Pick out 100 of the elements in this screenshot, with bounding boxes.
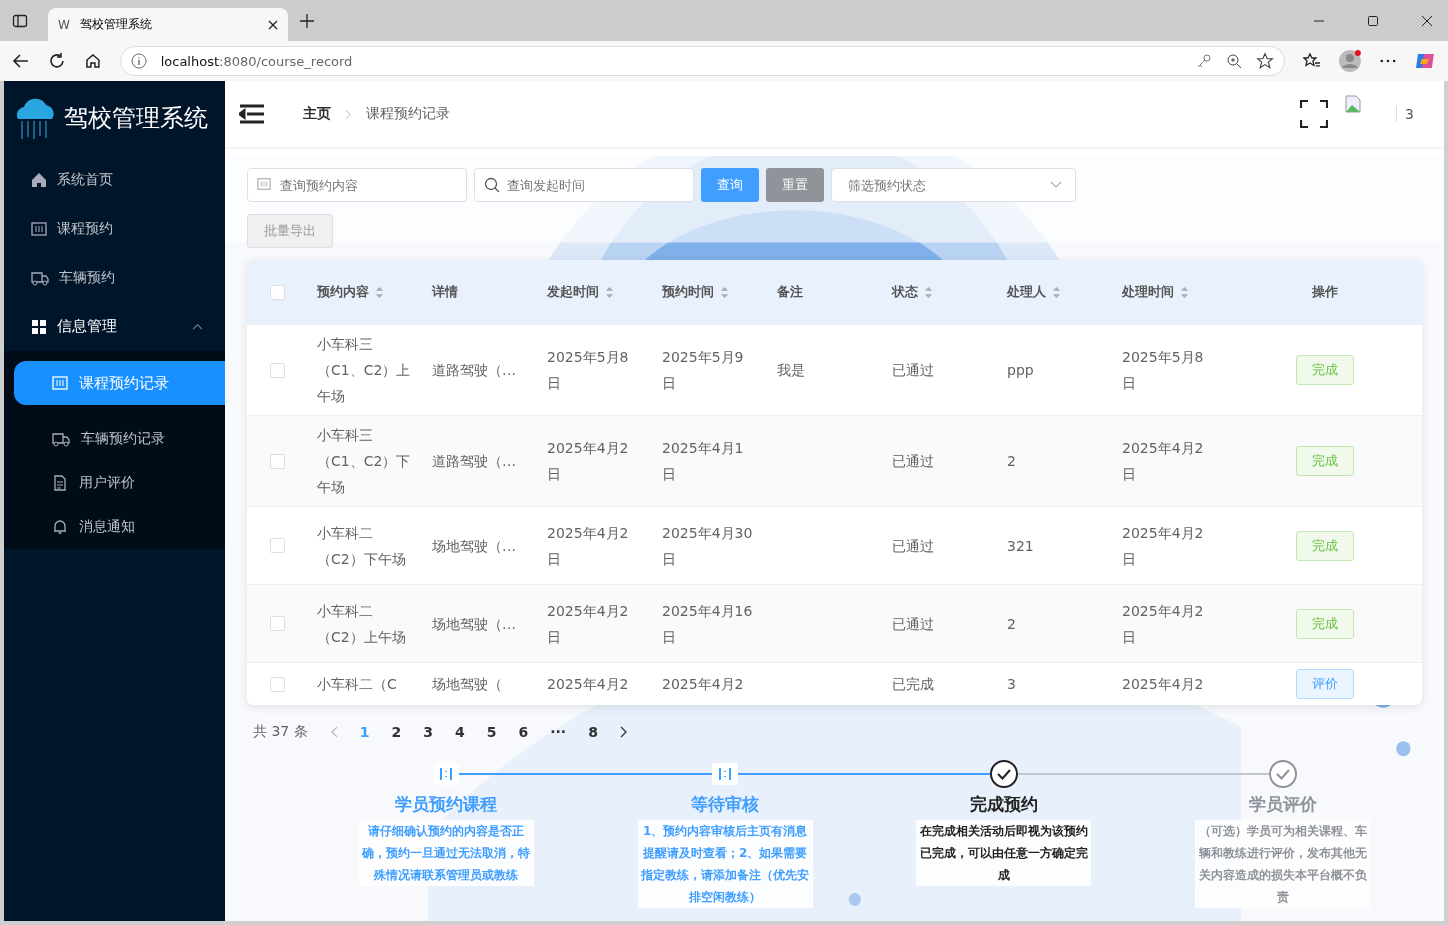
menu-item[interactable]: 系统首页 — [4, 155, 225, 204]
breadcrumb-item[interactable]: 主页 — [303, 105, 331, 123]
table-cell-text: 2025年4月2日 — [547, 439, 630, 484]
table-cell-text: 道路驾驶（… — [432, 361, 516, 380]
table-cell-text: 小车科二（C — [317, 675, 397, 694]
favorites-icon[interactable] — [1302, 52, 1321, 70]
next-icon[interactable] — [619, 726, 628, 738]
table-cell-text: 2 — [1007, 614, 1016, 634]
page-button[interactable]: 8 — [588, 724, 598, 740]
total-count: 共 37 条 — [253, 723, 308, 741]
close-icon[interactable] — [268, 19, 278, 30]
profile-icon[interactable] — [1338, 49, 1363, 73]
column-header: 详情 — [432, 283, 458, 301]
table-cell-text: 2025年4月30日 — [662, 523, 754, 569]
grid-icon — [31, 318, 47, 335]
zoom-icon[interactable] — [1225, 53, 1242, 69]
column-header: 发起时间 — [547, 283, 599, 301]
address-field[interactable]: localhost:8080/course_record — [119, 46, 1285, 76]
home-icon[interactable] — [83, 52, 102, 70]
checkbox[interactable] — [269, 362, 285, 378]
tab-title: 驾校管理系统 — [79, 16, 153, 33]
table-cell-text: 道路驾驶（… — [432, 452, 516, 471]
calendar-icon — [52, 375, 68, 391]
checkbox[interactable] — [269, 676, 285, 692]
reload-icon[interactable] — [47, 52, 66, 70]
table-cell-text: 小车科三（C1、C2）上午场 — [317, 335, 412, 406]
chevron-icon — [345, 108, 352, 120]
maximize-icon[interactable] — [1367, 14, 1379, 27]
document-icon — [52, 475, 68, 491]
table-cell-text: 已通过 — [892, 452, 934, 471]
back-icon[interactable] — [12, 52, 30, 70]
submenu-item[interactable]: 车辆预约记录 — [4, 417, 225, 461]
table-cell-text: 2025年4月2日 — [1122, 523, 1205, 569]
more-icon[interactable] — [1380, 58, 1397, 64]
status-select[interactable]: 筛选预约状态 — [831, 168, 1076, 202]
app-title: 驾校管理系统 — [64, 103, 208, 134]
column-header: 操作 — [1311, 283, 1338, 301]
favicon: W — [58, 17, 70, 32]
table-cell-text: 已通过 — [892, 536, 934, 556]
menu-icon[interactable] — [239, 104, 265, 124]
table-cell-text: 321 — [1007, 536, 1034, 556]
table-cell-text: 2025年5月8日 — [1122, 348, 1205, 393]
page-button[interactable]: 5 — [486, 724, 497, 740]
table-cell-text: 2025年4月2日 — [1122, 439, 1205, 484]
truck-icon — [31, 269, 49, 286]
user-count: 3 — [1396, 106, 1414, 122]
close-icon[interactable] — [1421, 14, 1433, 27]
plus-icon[interactable] — [300, 13, 314, 28]
info-icon[interactable] — [130, 53, 147, 69]
fullscreen-icon[interactable] — [1300, 100, 1329, 128]
search-field[interactable]: 查询预约内容 — [247, 168, 467, 202]
checkbox[interactable] — [269, 453, 285, 469]
step-title: 学员评价 — [1248, 793, 1317, 816]
search-field[interactable]: 查询发起时间 — [474, 168, 694, 202]
column-header: 预约内容 — [317, 283, 369, 301]
chevron-icon — [192, 323, 203, 330]
key-icon[interactable] — [1195, 53, 1212, 69]
page-button[interactable]: 2 — [391, 724, 402, 740]
page-button[interactable]: 4 — [454, 724, 465, 740]
table-cell-text: 已通过 — [892, 614, 934, 634]
table-cell-text: 2025年4月2日 — [547, 523, 630, 569]
checkbox[interactable] — [269, 538, 285, 553]
table-cell-text: 2025年4月2 — [1122, 675, 1204, 694]
page-button[interactable]: 6 — [518, 724, 529, 740]
page-button[interactable]: 3 — [423, 724, 433, 740]
sidebar-toggle-icon[interactable] — [12, 12, 28, 29]
table-cell-text: 我是 — [777, 361, 805, 380]
table-cell-text: 2025年4月1日 — [662, 439, 745, 484]
breadcrumb-item: 课程预约记录 — [366, 105, 450, 123]
table-cell-text: 2025年5月8日 — [547, 348, 630, 393]
table-cell-text: 3 — [1007, 675, 1016, 694]
table-cell-text: 场地驾驶（ — [432, 675, 502, 694]
step-title: 学员预约课程 — [395, 793, 498, 816]
step-title: 完成预约 — [969, 793, 1038, 816]
truck-icon — [52, 431, 70, 447]
menu-item[interactable]: 信息管理 — [4, 302, 225, 351]
table-cell-text: 2025年4月2 — [547, 675, 629, 694]
checkbox[interactable] — [269, 616, 285, 631]
table-cell-text: 2025年4月2日 — [547, 601, 630, 647]
table-cell-text: 2 — [1007, 452, 1016, 471]
step-description: 在完成相关活动后即视为该预约已完成，可以由任意一方确定完成 — [916, 820, 1092, 886]
page-button[interactable]: ··· — [550, 724, 567, 740]
table-cell-text: ppp — [1007, 361, 1034, 380]
home-icon — [31, 171, 47, 188]
table-cell-text: 场地驾驶（… — [432, 614, 516, 634]
column-header: 处理人 — [1007, 283, 1046, 301]
column-header: 预约时间 — [662, 283, 714, 301]
menu-item[interactable]: 课程预约 — [4, 204, 225, 253]
step-description: （可选）学员可为相关课程、车辆和教练进行评价，发布其他无关内容造成的损失本平台概不负责 — [1195, 820, 1371, 908]
checkbox[interactable] — [269, 284, 285, 300]
submenu-item[interactable]: 用户评价 — [4, 461, 225, 505]
table-cell-text: 2025年4月2日 — [1122, 601, 1205, 647]
column-header: 备注 — [777, 283, 803, 301]
table-cell-text: 场地驾驶（… — [432, 536, 516, 556]
column-header: 处理时间 — [1122, 283, 1174, 301]
star-icon[interactable] — [1255, 52, 1274, 70]
table-cell-text: 已完成 — [892, 675, 934, 694]
browser-tab[interactable]: W 驾校管理系统 — [48, 8, 288, 41]
submenu-item[interactable]: 消息通知 — [4, 505, 225, 549]
menu-item[interactable]: 车辆预约 — [4, 253, 225, 302]
